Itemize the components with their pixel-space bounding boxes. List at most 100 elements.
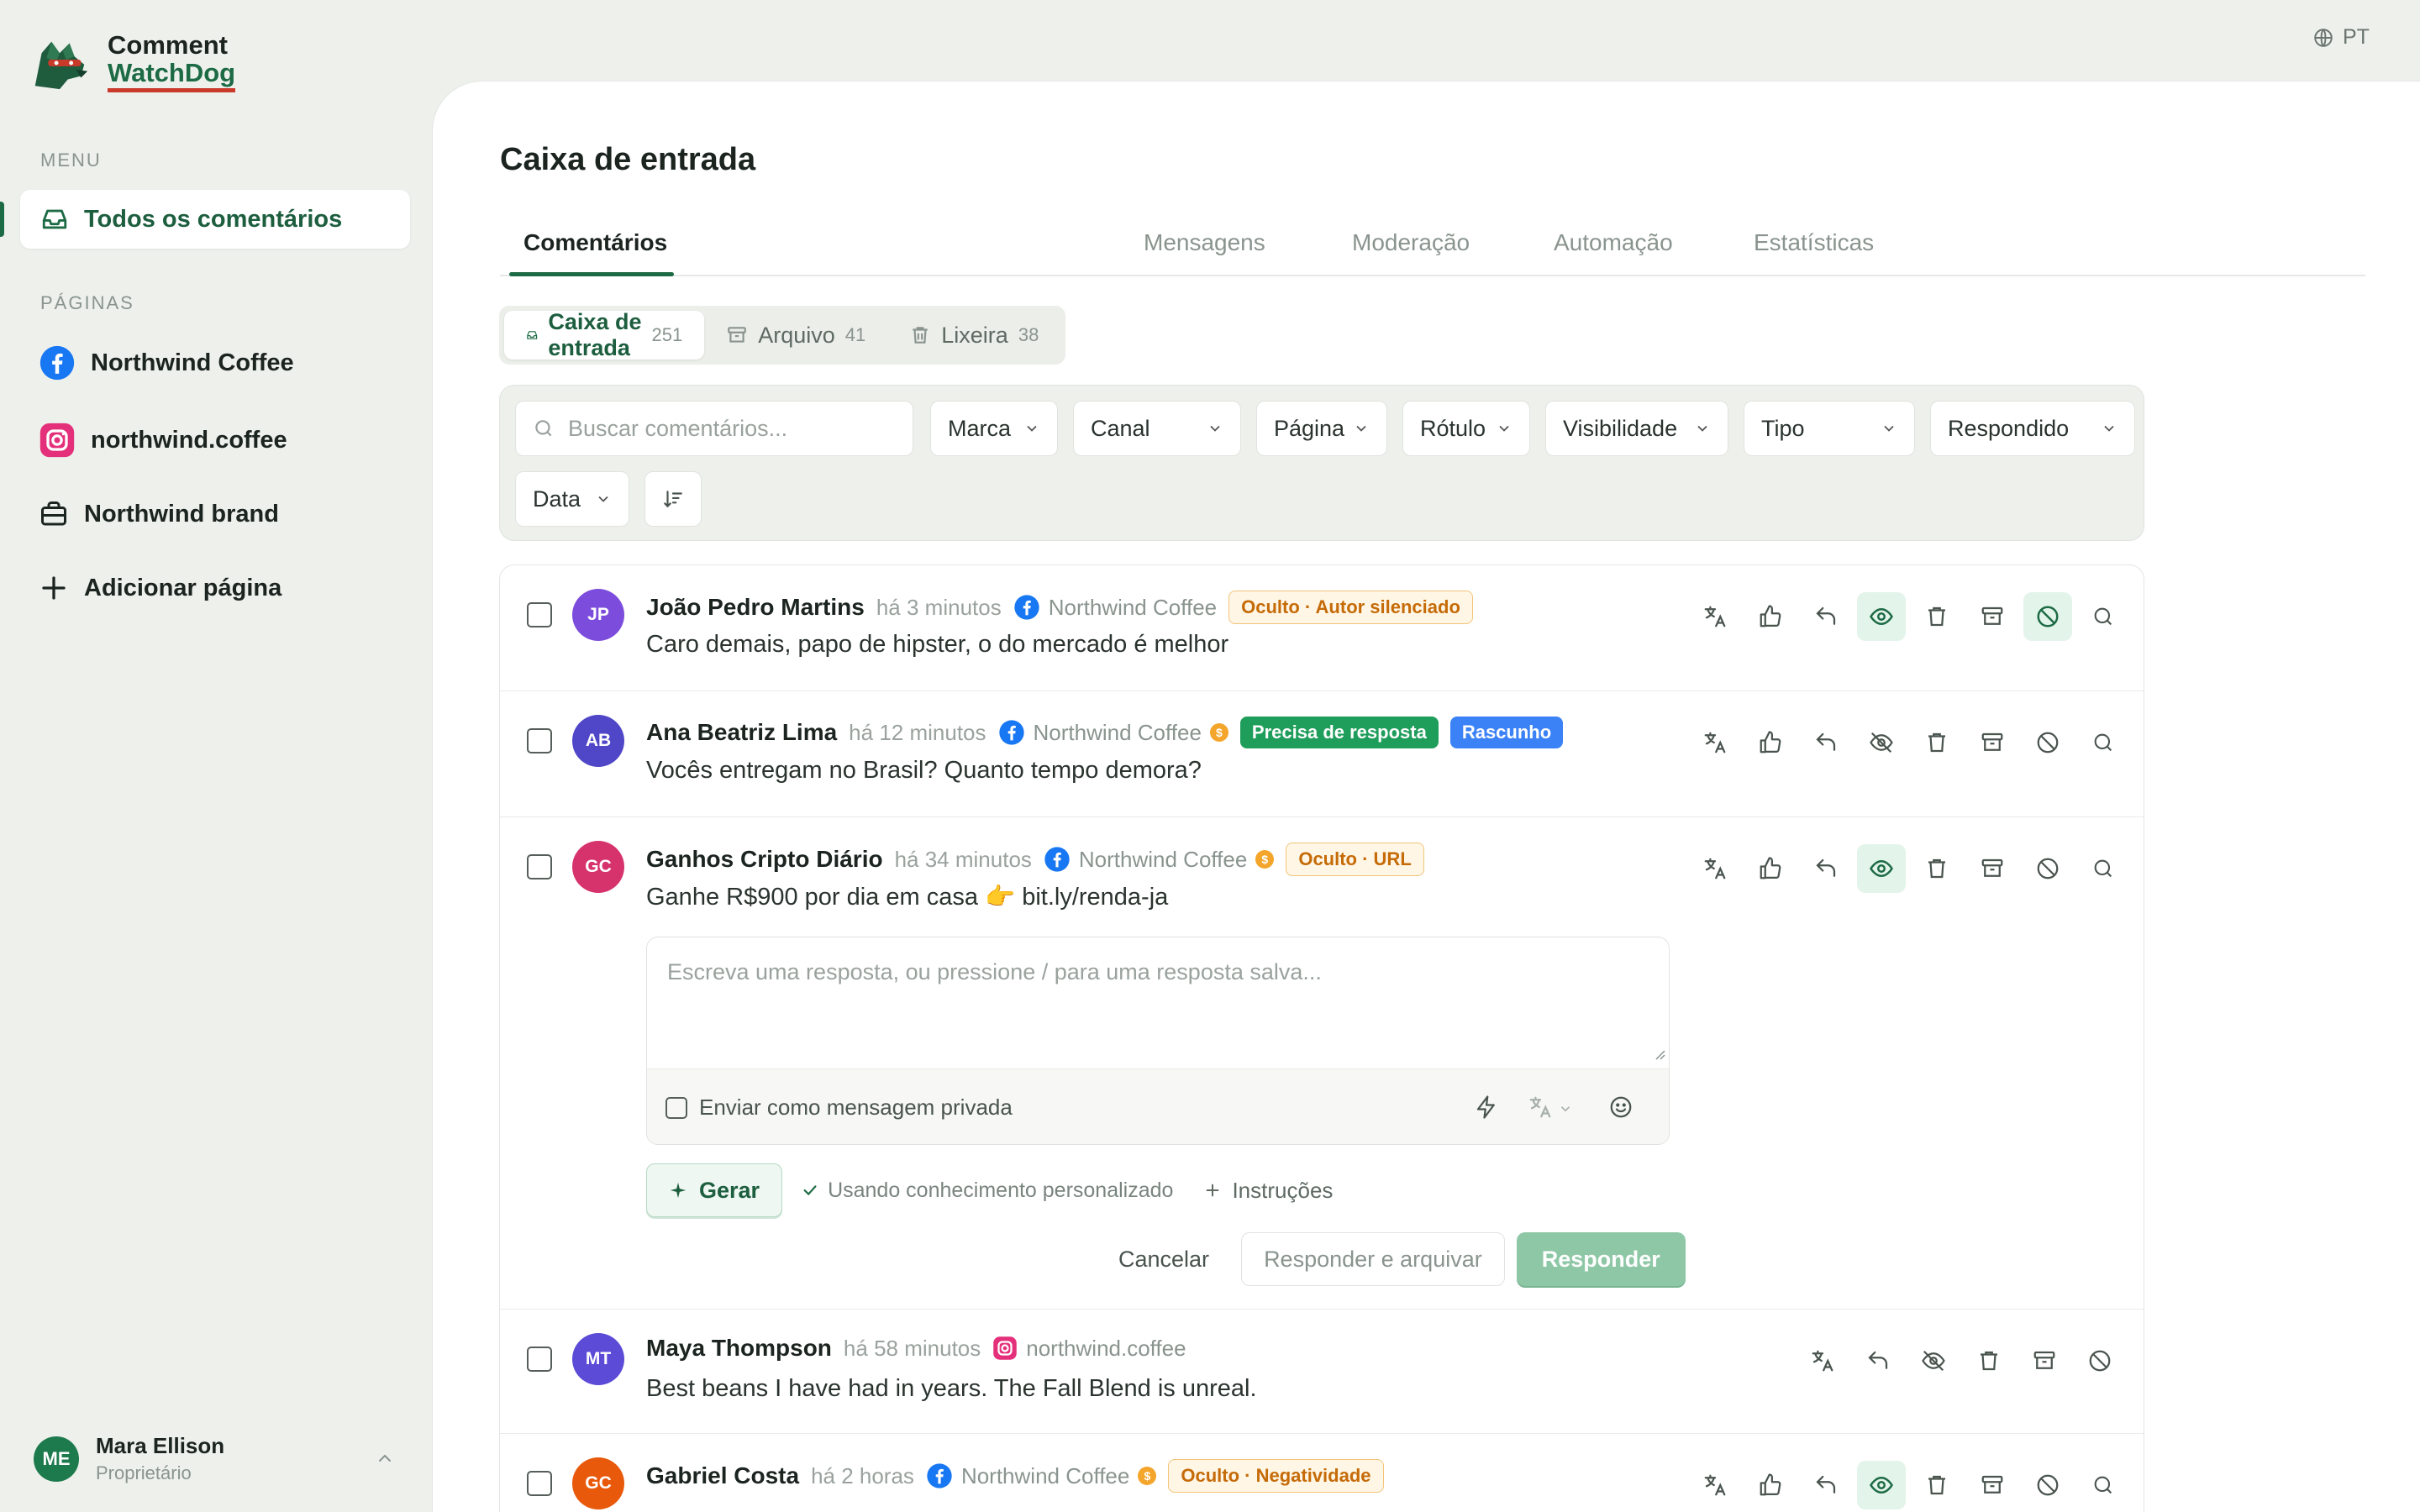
lightning-icon[interactable]	[1474, 1095, 1499, 1120]
archive-button[interactable]	[1968, 592, 2017, 641]
sidebar-page-northwind-instagram[interactable]: northwind.coffee	[39, 422, 287, 459]
app-logo[interactable]: Comment WatchDog	[27, 29, 236, 94]
comment-row[interactable]: JP João Pedro Martins há 3 minutos North…	[500, 565, 2144, 691]
subtab-trash[interactable]: Lixeira 38	[887, 311, 1060, 360]
private-message-option[interactable]: Enviar como mensagem privada	[666, 1095, 1013, 1121]
comment-time: há 12 minutos	[849, 719, 986, 745]
translate-button[interactable]	[1691, 844, 1739, 893]
sidebar-item-label: Todos os comentários	[84, 205, 343, 233]
visibility-toggle[interactable]	[1857, 592, 1906, 641]
filter-page[interactable]: Página	[1256, 401, 1387, 456]
archive-button[interactable]	[1968, 1461, 2017, 1509]
resize-handle-icon[interactable]	[1652, 1047, 1665, 1060]
reply-button[interactable]	[1802, 844, 1850, 893]
cancel-button[interactable]: Cancelar	[1098, 1247, 1229, 1273]
reply-composer[interactable]: Escreva uma resposta, ou pressione / par…	[646, 937, 1670, 1145]
subtab-inbox[interactable]: Caixa de entrada 251	[504, 309, 705, 360]
translate-button[interactable]	[1691, 1461, 1739, 1509]
tab-statistics[interactable]: Estatísticas	[1754, 229, 1874, 256]
delete-button[interactable]	[1912, 592, 1961, 641]
filter-brand[interactable]: Marca	[930, 401, 1058, 456]
reply-and-archive-button[interactable]: Responder e arquivar	[1241, 1232, 1505, 1286]
add-page-button[interactable]: Adicionar página	[39, 573, 281, 603]
filter-channel[interactable]: Canal	[1073, 401, 1241, 456]
filter-type[interactable]: Tipo	[1744, 401, 1915, 456]
block-author-button[interactable]	[2023, 592, 2072, 641]
comment-row[interactable]: GC Gabriel Costa há 2 horas Northwind Co…	[500, 1434, 2144, 1512]
user-menu[interactable]: ME Mara Ellison Proprietário	[34, 1433, 224, 1484]
like-button[interactable]	[1746, 1461, 1795, 1509]
like-button[interactable]	[1746, 718, 1795, 767]
reply-icon	[1816, 858, 1836, 877]
visibility-toggle[interactable]	[1857, 718, 1906, 767]
translate-button[interactable]	[1691, 592, 1739, 641]
translate-button[interactable]	[1798, 1336, 1847, 1385]
delete-button[interactable]	[1912, 718, 1961, 767]
row-checkbox[interactable]	[527, 602, 552, 627]
visibility-toggle[interactable]	[1909, 1336, 1958, 1385]
inspect-button[interactable]	[2079, 592, 2128, 641]
comment-author[interactable]: Ganhos Cripto Diário	[646, 846, 883, 873]
inspect-button[interactable]	[2079, 718, 2128, 767]
comment-author[interactable]: Gabriel Costa	[646, 1462, 799, 1489]
generate-reply-button[interactable]: Gerar	[646, 1163, 783, 1217]
reply-toolbar: Enviar como mensagem privada	[647, 1068, 1669, 1144]
reply-button[interactable]	[1802, 718, 1850, 767]
subtab-archive[interactable]: Arquivo 41	[704, 311, 887, 360]
filter-answered[interactable]: Respondido	[1930, 401, 2135, 456]
comment-author[interactable]: Ana Beatriz Lima	[646, 719, 837, 746]
filter-label-tag[interactable]: Rótulo	[1402, 401, 1530, 456]
delete-button[interactable]	[1912, 844, 1961, 893]
row-checkbox[interactable]	[527, 728, 552, 753]
reply-button[interactable]	[1802, 592, 1850, 641]
comment-row[interactable]: MT Maya Thompson há 58 minutos northwind…	[500, 1310, 2144, 1434]
row-checkbox[interactable]	[527, 1471, 552, 1496]
like-button[interactable]	[1746, 592, 1795, 641]
delete-button[interactable]	[1912, 1461, 1961, 1509]
chevron-up-icon[interactable]	[375, 1448, 395, 1468]
comment-row[interactable]: GC Ganhos Cripto Diário há 34 minutos No…	[500, 817, 2144, 1310]
archive-button[interactable]	[2020, 1336, 2069, 1385]
sort-button[interactable]	[644, 471, 702, 527]
sidebar-item-all-comments[interactable]: Todos os comentários	[0, 190, 410, 249]
filter-date[interactable]: Data	[515, 471, 629, 527]
visibility-toggle[interactable]	[1857, 844, 1906, 893]
comment-author[interactable]: João Pedro Martins	[646, 594, 865, 621]
visibility-toggle[interactable]	[1857, 1461, 1906, 1509]
archive-button[interactable]	[1968, 718, 2017, 767]
translate-button[interactable]	[1691, 718, 1739, 767]
row-checkbox[interactable]	[527, 1347, 552, 1372]
private-message-checkbox[interactable]	[666, 1096, 687, 1119]
reply-button[interactable]	[1802, 1461, 1850, 1509]
tab-messages[interactable]: Mensagens	[1144, 229, 1265, 256]
tab-moderation[interactable]: Moderação	[1352, 229, 1470, 256]
translate-icon	[1704, 606, 1726, 627]
instructions-button[interactable]: Instruções	[1203, 1178, 1333, 1204]
emoji-icon[interactable]	[1608, 1095, 1634, 1120]
language-switcher[interactable]: PT	[2312, 25, 2370, 50]
chevron-down-icon	[1210, 425, 1220, 432]
block-author-button[interactable]	[2075, 1336, 2124, 1385]
reply-submit-button[interactable]: Responder	[1516, 1232, 1686, 1286]
block-author-button[interactable]	[2023, 844, 2072, 893]
translate-icon[interactable]	[1528, 1095, 1553, 1120]
sidebar-page-northwind-brand[interactable]: Northwind brand	[39, 499, 279, 529]
row-checkbox[interactable]	[527, 854, 552, 879]
like-button[interactable]	[1746, 844, 1795, 893]
comment-author[interactable]: Maya Thompson	[646, 1335, 832, 1362]
thumbs-up-icon	[1760, 731, 1781, 753]
block-author-button[interactable]	[2023, 718, 2072, 767]
delete-button[interactable]	[1965, 1336, 2013, 1385]
chevron-down-icon[interactable]	[1558, 1101, 1573, 1116]
reply-button[interactable]	[1854, 1336, 1902, 1385]
inspect-button[interactable]	[2079, 1461, 2128, 1509]
tab-comments[interactable]: Comentários	[523, 229, 667, 256]
tab-automation[interactable]: Automação	[1554, 229, 1673, 256]
block-author-button[interactable]	[2023, 1461, 2072, 1509]
archive-button[interactable]	[1968, 844, 2017, 893]
comment-row[interactable]: AB Ana Beatriz Lima há 12 minutos Northw…	[500, 691, 2144, 817]
filter-visibility[interactable]: Visibilidade	[1545, 401, 1728, 456]
inspect-button[interactable]	[2079, 844, 2128, 893]
search-input[interactable]: Buscar comentários...	[515, 401, 913, 456]
sidebar-page-northwind-coffee[interactable]: Northwind Coffee	[39, 344, 294, 381]
